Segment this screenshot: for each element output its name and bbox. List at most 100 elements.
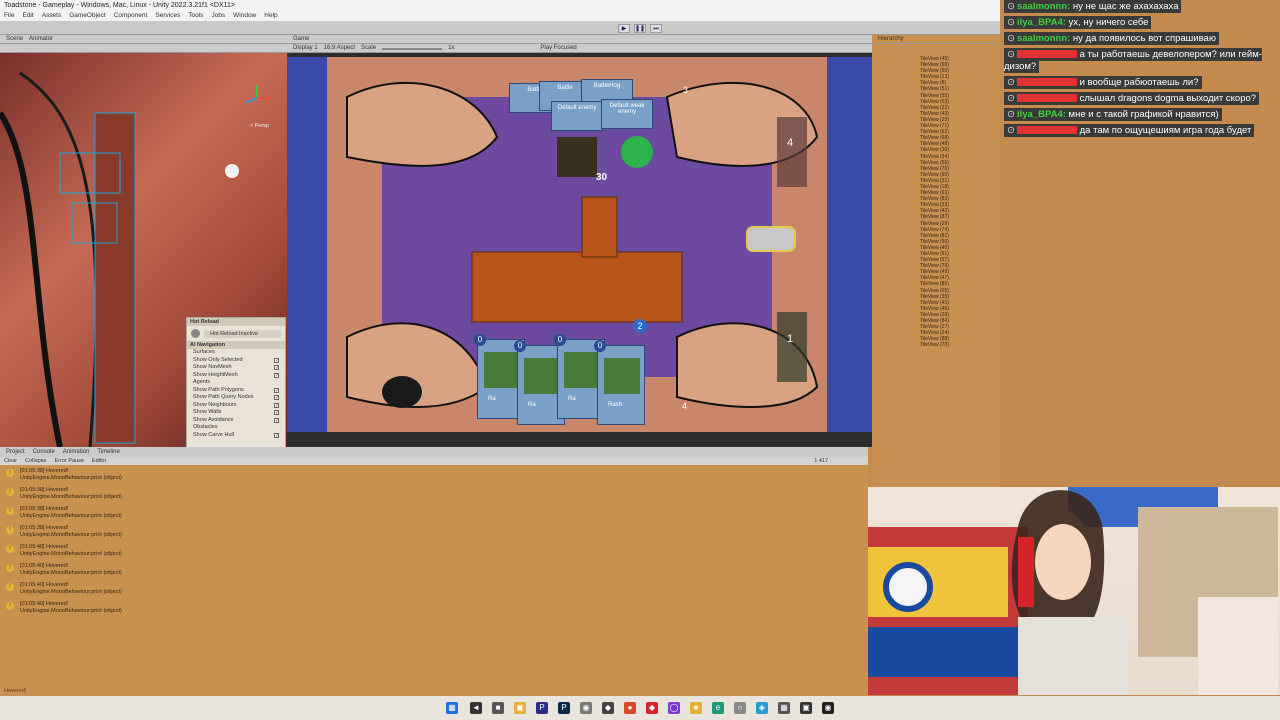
console-clear-button[interactable]: Clear [4, 457, 17, 465]
game-viewport[interactable]: Battle Battle BattleHog Default enemy Defaul… [287, 57, 872, 432]
folder-icon[interactable]: ▣ [514, 702, 526, 714]
persp-label[interactable]: < Persp [250, 123, 269, 129]
ai-nav-row[interactable]: Show Path Polygons ✓ [187, 387, 285, 395]
tab-hierarchy[interactable]: Hierarchy [878, 35, 904, 43]
app-icon-9[interactable]: ▦ [778, 702, 790, 714]
tab-game[interactable]: Game [293, 35, 309, 43]
enemy-card[interactable]: Default enemy [551, 101, 603, 131]
checkbox-icon[interactable]: ✓ [274, 417, 279, 423]
bottom-counter: 4 [682, 401, 688, 411]
console-log-entry[interactable]: ! [01:05:40] Hovered! UnityEngine.MonoBeha… [0, 560, 868, 579]
ai-nav-row[interactable]: Show HeightMesh ✓ [187, 372, 285, 380]
ai-nav-row[interactable]: Show Carve Hull ✓ [187, 432, 285, 440]
unity-icon[interactable]: ◆ [602, 702, 614, 714]
menu-jobs[interactable]: Jobs [211, 11, 225, 21]
photoshop-icon[interactable]: P [558, 702, 570, 714]
ai-nav-row[interactable]: Obstacles [187, 424, 285, 432]
menu-gameobject[interactable]: GameObject [69, 11, 106, 21]
app-icon-8[interactable]: ◈ [756, 702, 768, 714]
ai-navigation-list: Surfaces Show Only Selected ✓ Show NavMesh ✓… [187, 349, 285, 439]
ai-nav-row[interactable]: Agents [187, 379, 285, 387]
chat-text: да там по ощущешиям игра года будет [1076, 125, 1252, 136]
tab-animator[interactable]: Animator [29, 35, 53, 43]
aspect-select[interactable]: 16:9 Aspect [324, 44, 355, 52]
menu-window[interactable]: Window [233, 11, 256, 21]
scale-slider[interactable] [382, 48, 443, 50]
menu-services[interactable]: Services [155, 11, 180, 21]
pause-button[interactable]: ❚❚ [634, 24, 646, 33]
enemy-card[interactable]: Default weak enemy [601, 99, 653, 129]
hand-card[interactable]: 0 Rash [594, 340, 645, 425]
console-log-entry[interactable]: ! [01:05:40] Hovered! UnityEngine.MonoBeha… [0, 598, 868, 617]
tab-timeline[interactable]: Timeline [97, 447, 119, 457]
menu-file[interactable]: File [4, 11, 14, 21]
play-button[interactable]: ▶ [618, 24, 630, 33]
console-log-entry[interactable]: ! [01:05:38] Hovered! UnityEngine.MonoBeha… [0, 465, 868, 484]
ai-nav-row[interactable]: Show NavMesh ✓ [187, 364, 285, 372]
ai-nav-row[interactable]: Show Only Selected ✓ [187, 357, 285, 365]
menu-component[interactable]: Component [114, 11, 148, 21]
chat-message-bubble: ⊙ saalmonnn: ну да появилось вот спрашива… [1004, 32, 1219, 45]
app-icon-11[interactable]: ◉ [822, 702, 834, 714]
tab-animation[interactable]: Animation [63, 447, 90, 457]
app-icon-2[interactable]: ■ [492, 702, 504, 714]
menu-tools[interactable]: Tools [188, 11, 203, 21]
chat-username[interactable] [1016, 50, 1077, 59]
chat-username[interactable] [1016, 126, 1077, 135]
ai-nav-row[interactable]: Show Neighbours ✓ [187, 402, 285, 410]
chat-username[interactable]: ilya_BPA4: [1017, 17, 1066, 28]
menu-assets[interactable]: Assets [42, 11, 62, 21]
start-icon[interactable]: ▦ [446, 702, 458, 714]
console-log-entry[interactable]: ! [01:05:38] Hovered! UnityEngine.MonoBeha… [0, 484, 868, 503]
chat-username[interactable]: saalmonnn: [1017, 33, 1070, 44]
ai-nav-row[interactable]: Show Path Query Nodes ✓ [187, 394, 285, 402]
app-icon-3[interactable]: ◉ [580, 702, 592, 714]
console-editor-button[interactable]: Editor [92, 457, 106, 465]
hot-reload-status[interactable]: Hot Reload Inactive [204, 329, 281, 338]
app-icon-7[interactable]: ○ [734, 702, 746, 714]
checkbox-icon[interactable]: ✓ [274, 395, 279, 401]
checkbox-icon[interactable]: ✓ [274, 372, 279, 378]
chrome-icon[interactable]: ● [624, 702, 636, 714]
app-icon-5[interactable]: ◯ [668, 702, 680, 714]
ai-nav-row[interactable]: Show Avoidance ✓ [187, 417, 285, 425]
menu-edit[interactable]: Edit [22, 11, 33, 21]
app-icon-6[interactable]: ★ [690, 702, 702, 714]
console-collapse-button[interactable]: Collapse [25, 457, 46, 465]
checkbox-icon[interactable]: ✓ [274, 357, 279, 363]
menu-help[interactable]: Help [264, 11, 277, 21]
app-icon-1[interactable]: ◄ [470, 702, 482, 714]
edge-icon[interactable]: e [712, 702, 724, 714]
console-log-entry[interactable]: ! [01:05:38] Hovered! UnityEngine.MonoBeha… [0, 522, 868, 541]
ai-nav-row-label: Obstacles [193, 424, 218, 430]
checkbox-icon[interactable]: ✓ [274, 402, 279, 408]
ai-nav-row[interactable]: Surfaces [187, 349, 285, 357]
console-error-pause-button[interactable]: Error Pause [55, 457, 84, 465]
checkbox-icon[interactable]: ✓ [274, 387, 279, 393]
display-select[interactable]: Display 1 [293, 44, 318, 52]
checkbox-icon[interactable]: ✓ [274, 432, 279, 438]
tab-console[interactable]: Console [33, 447, 55, 457]
tab-scene[interactable]: Scene [6, 35, 23, 43]
main-toolbar: ▶ ❚❚ ⏭ [0, 21, 1000, 35]
console-log-entry[interactable]: ! [01:05:38] Hovered! UnityEngine.MonoBeha… [0, 503, 868, 522]
scene-viewport[interactable]: < Persp Hot Reload Hot Reload Inactive A… [0, 53, 287, 447]
checkbox-icon[interactable]: ✓ [274, 410, 279, 416]
play-focused-select[interactable]: Play Focused [540, 44, 576, 52]
console-log-entry[interactable]: ! [01:05:40] Hovered! UnityEngine.MonoBeha… [0, 579, 868, 598]
app-icon-4[interactable]: ◆ [646, 702, 658, 714]
hierarchy-panel: Hierarchy TileView (45) TileView (66) Tile… [872, 35, 1005, 487]
hierarchy-item[interactable]: TileView (70) [872, 342, 1005, 348]
scene-gizmo[interactable] [242, 83, 272, 113]
app-icon-10[interactable]: ▣ [800, 702, 812, 714]
tab-project[interactable]: Project [6, 447, 25, 457]
chat-username[interactable] [1016, 94, 1077, 103]
premiere-icon[interactable]: P [536, 702, 548, 714]
ai-nav-row[interactable]: Show Walls ✓ [187, 409, 285, 417]
checkbox-icon[interactable]: ✓ [274, 365, 279, 371]
console-log-entry[interactable]: ! [01:05:40] Hovered! UnityEngine.MonoBeha… [0, 541, 868, 560]
chat-username[interactable]: saalmonnn: [1017, 1, 1070, 12]
chat-username[interactable]: ilya_BPA4: [1017, 109, 1066, 120]
chat-username[interactable] [1016, 78, 1077, 87]
step-button[interactable]: ⏭ [650, 24, 662, 33]
